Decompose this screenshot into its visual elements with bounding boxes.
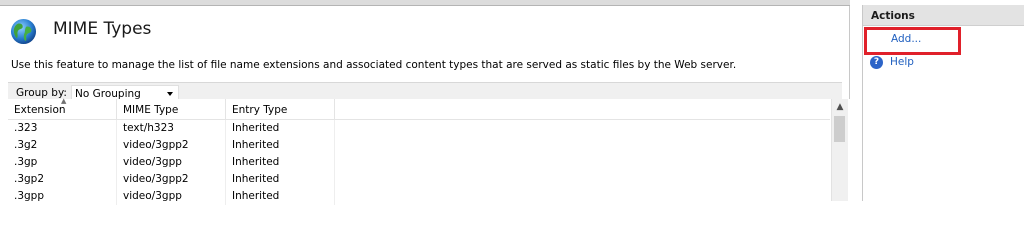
table-row[interactable]: .323 text/h323 Inherited: [8, 120, 830, 137]
group-by-label: Group by:: [16, 87, 67, 99]
globe-icon: [10, 18, 37, 45]
cell-entry-type: Inherited: [226, 188, 335, 205]
table-row[interactable]: .3g2 video/3gpp2 Inherited: [8, 137, 830, 154]
dropdown-arrow-icon: [167, 92, 173, 96]
cell-mime-type: video/3gpp2: [117, 137, 226, 154]
sort-ascending-icon: ▲: [61, 97, 67, 105]
cell-extension: .323: [8, 120, 117, 137]
table-row[interactable]: .3gp2 video/3gpp2 Inherited: [8, 171, 830, 188]
actions-header: Actions: [863, 5, 1024, 26]
cell-entry-type: Inherited: [226, 120, 335, 137]
cell-entry-type: Inherited: [226, 171, 335, 188]
column-header-mime-type[interactable]: MIME Type: [117, 99, 226, 119]
vertical-scrollbar[interactable]: ▲: [831, 99, 848, 201]
cell-extension: .3g2: [8, 137, 117, 154]
scroll-up-arrow-icon[interactable]: ▲: [832, 99, 848, 115]
cell-entry-type: Inherited: [226, 137, 335, 154]
table-row[interactable]: .3gpp video/3gpp Inherited: [8, 188, 830, 205]
highlight-box: [864, 27, 961, 55]
scrollbar-thumb[interactable]: [834, 116, 845, 142]
cell-extension: .3gpp: [8, 188, 117, 205]
page-title: MIME Types: [53, 19, 152, 39]
column-header-extension[interactable]: ▲ Extension: [8, 97, 117, 119]
cell-extension: .3gp: [8, 154, 117, 171]
page-description: Use this feature to manage the list of f…: [11, 59, 737, 71]
table-row[interactable]: .3gp video/3gpp Inherited: [8, 154, 830, 171]
cell-mime-type: video/3gpp: [117, 154, 226, 171]
cell-entry-type: Inherited: [226, 154, 335, 171]
help-action-link[interactable]: Help: [890, 56, 914, 68]
actions-title: Actions: [871, 10, 915, 22]
cell-mime-type: video/3gpp2: [117, 171, 226, 188]
mime-types-table: ▲ Extension MIME Type Entry Type .323 te…: [8, 97, 850, 205]
table-header: ▲ Extension MIME Type Entry Type: [8, 97, 830, 120]
cell-mime-type: video/3gpp: [117, 188, 226, 205]
help-icon[interactable]: ?: [870, 56, 883, 69]
cell-extension: .3gp2: [8, 171, 117, 188]
column-header-entry-type[interactable]: Entry Type: [226, 99, 335, 119]
cell-mime-type: text/h323: [117, 120, 226, 137]
